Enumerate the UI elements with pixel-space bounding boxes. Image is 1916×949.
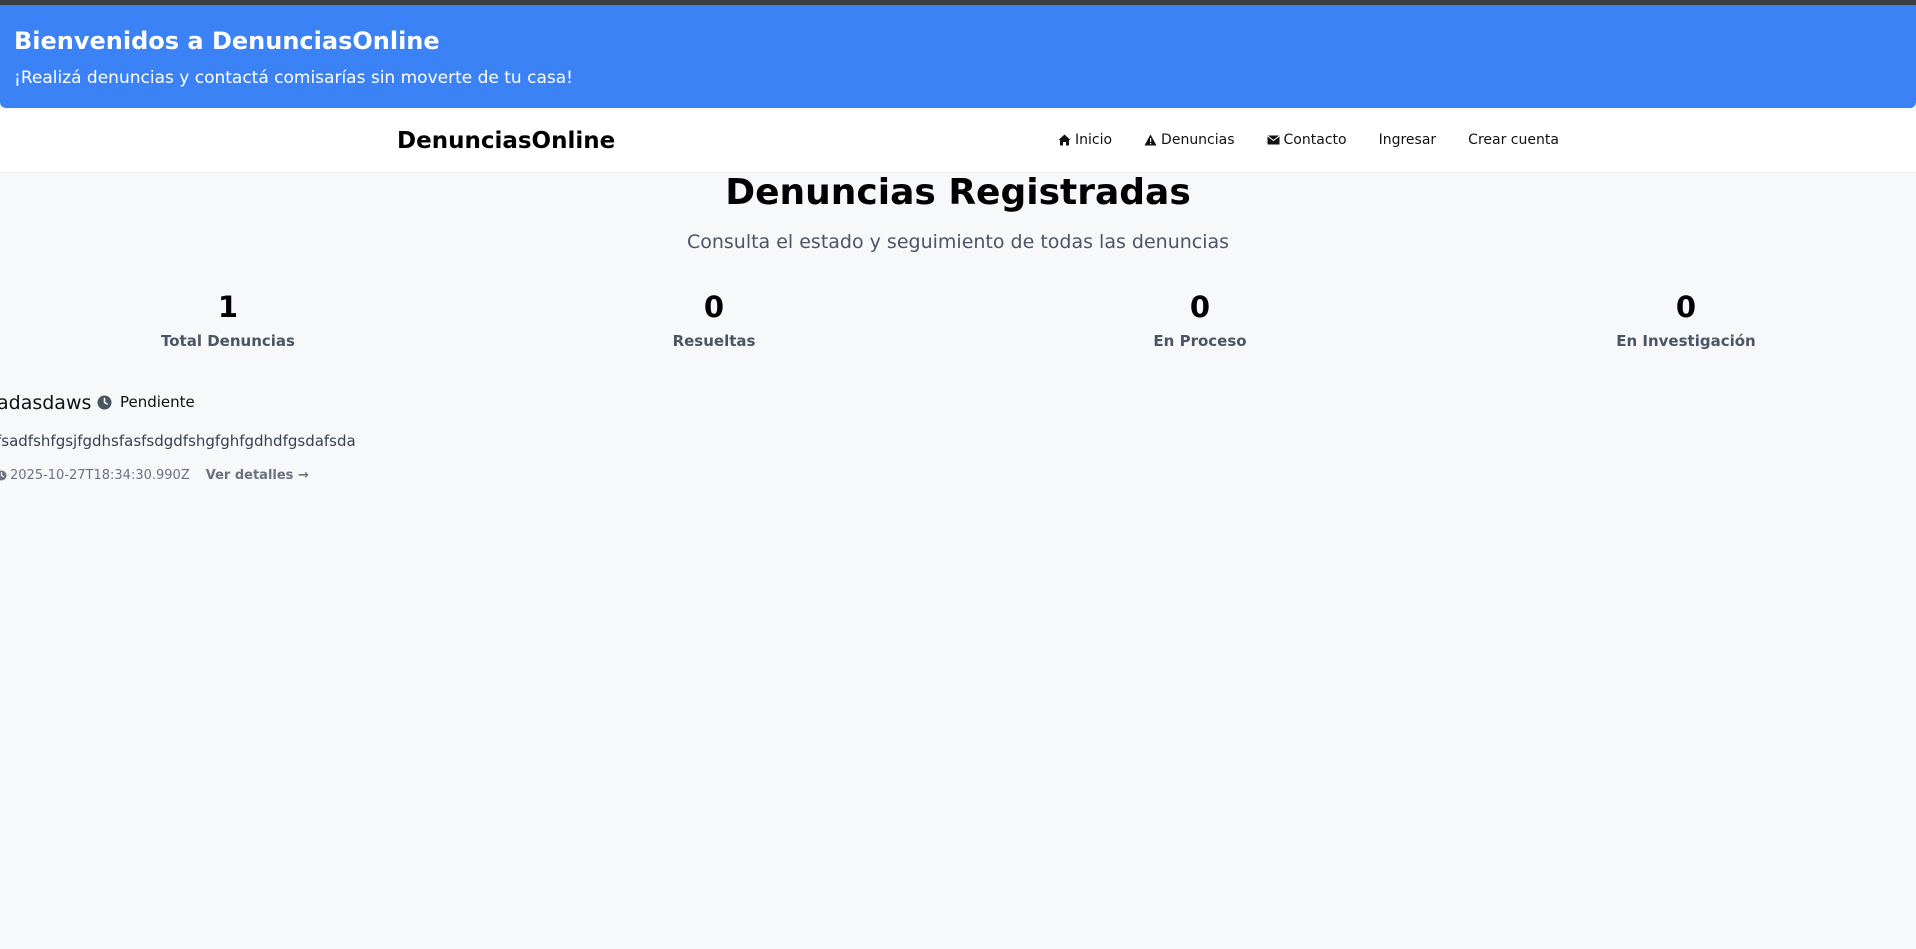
- stat-value: 0: [703, 290, 725, 324]
- stat-value: 0: [1675, 290, 1697, 324]
- stat-value: 1: [217, 290, 239, 324]
- stat-resueltas: 0 Resueltas: [594, 290, 834, 350]
- stat-en-proceso: 0 En Proceso: [1080, 290, 1320, 350]
- status-label: Pendiente: [120, 393, 195, 411]
- page-subtitle: Consulta el estado y seguimiento de toda…: [686, 231, 1230, 253]
- page-title: Denuncias Registradas: [725, 172, 1191, 213]
- stat-label: Total Denuncias: [161, 332, 295, 350]
- navbar: DenunciasOnline Inicio Denuncias Contact…: [0, 110, 1916, 173]
- nav-link-label: Contacto: [1283, 132, 1347, 148]
- denuncia-meta: 2025-10-27T18:34:30.990Z Ver detalles →: [0, 468, 309, 483]
- denuncia-title: adasdaws: [0, 392, 92, 414]
- nav-link-contacto[interactable]: Contacto: [1266, 132, 1347, 148]
- stat-label: Resueltas: [672, 332, 756, 350]
- warning-icon: [1144, 134, 1157, 146]
- nav-link-denuncias[interactable]: Denuncias: [1144, 132, 1235, 148]
- stats-row: 1 Total Denuncias 0 Resueltas 0 En Proce…: [0, 290, 1916, 360]
- status-badge: Pendiente: [97, 393, 195, 411]
- stat-en-investigacion: 0 En Investigación: [1566, 290, 1806, 350]
- denuncia-description: fsadfshfgsjfgdhsfasfsdgdfshgfghfgdhdfgsd…: [0, 432, 356, 450]
- nav-link-ingresar[interactable]: Ingresar: [1379, 132, 1437, 148]
- denuncia-timestamp: 2025-10-27T18:34:30.990Z: [10, 468, 190, 483]
- envelope-icon: [1266, 135, 1280, 145]
- banner-title: Bienvenidos a DenunciasOnline: [14, 27, 440, 55]
- denuncia-card: adasdaws Pendiente fsadfshfgsjfgdhsfasfs…: [0, 388, 600, 498]
- clock-icon: [97, 395, 112, 409]
- nav-link-label: Denuncias: [1161, 132, 1235, 148]
- brand-logo-text[interactable]: DenunciasOnline: [397, 128, 615, 154]
- nav-links: Inicio Denuncias Contacto Ingresar Crear…: [1058, 132, 1559, 148]
- home-icon: [1058, 134, 1071, 146]
- stat-label: En Proceso: [1153, 332, 1247, 350]
- nav-link-crear-cuenta[interactable]: Crear cuenta: [1468, 132, 1559, 148]
- banner-subtitle: ¡Realizá denuncias y contactá comisarías…: [14, 68, 573, 88]
- stat-value: 0: [1189, 290, 1211, 324]
- stat-total-denuncias: 1 Total Denuncias: [108, 290, 348, 350]
- nav-link-label: Ingresar: [1378, 132, 1437, 148]
- nav-link-inicio[interactable]: Inicio: [1058, 132, 1112, 148]
- welcome-banner: Bienvenidos a DenunciasOnline ¡Realizá d…: [0, 5, 1916, 108]
- ver-detalles-link[interactable]: Ver detalles →: [206, 468, 309, 483]
- nav-link-label: Crear cuenta: [1468, 132, 1559, 148]
- nav-link-label: Inicio: [1075, 132, 1113, 148]
- stat-label: En Investigación: [1616, 332, 1756, 350]
- clock-icon: [0, 470, 7, 481]
